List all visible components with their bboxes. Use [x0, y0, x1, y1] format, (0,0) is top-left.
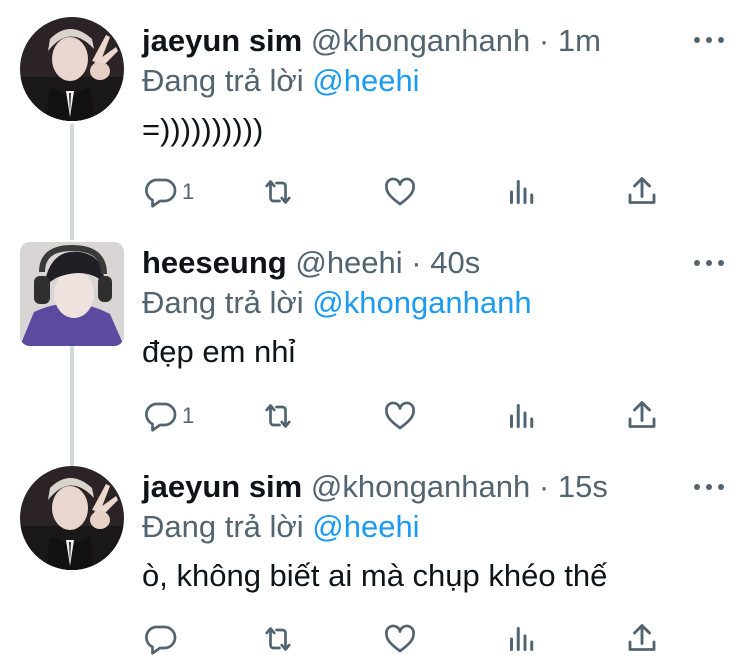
reply-prefix: Đang trả lời	[142, 63, 304, 98]
reply-button[interactable]	[142, 619, 182, 659]
avatar-jaeyun[interactable]	[20, 17, 124, 121]
share-button[interactable]	[624, 619, 660, 659]
avatar-photo	[20, 17, 124, 121]
mention-link[interactable]: @heehi	[312, 63, 419, 98]
reply-button[interactable]: 1	[142, 172, 194, 212]
thread-line	[70, 346, 74, 452]
avatar-photo	[20, 242, 124, 346]
user-handle[interactable]: @khonganhanh	[311, 469, 530, 504]
share-button[interactable]	[624, 172, 660, 212]
thread-line	[70, 124, 74, 226]
tweet-header: jaeyun sim @khonganhanh · 1m	[142, 21, 730, 61]
separator: ·	[411, 245, 422, 280]
views-button[interactable]	[504, 396, 540, 436]
reply-button[interactable]: 1	[142, 396, 194, 436]
reply-count: 1	[182, 403, 195, 428]
tweet-text: đẹp em nhỉ	[142, 334, 296, 369]
more-icon[interactable]	[694, 35, 724, 45]
display-name[interactable]: jaeyun sim	[142, 23, 302, 58]
heart-icon	[385, 624, 415, 653]
avatar-jaeyun[interactable]	[20, 466, 124, 570]
tweet-text: =))))))))))	[142, 112, 264, 147]
views-button[interactable]	[504, 619, 540, 659]
views-icon	[510, 180, 534, 204]
reply-icon	[145, 402, 177, 432]
mention-link[interactable]: @khonganhanh	[312, 285, 531, 320]
reply-prefix: Đang trả lời	[142, 285, 304, 320]
tweet-3[interactable]: jaeyun sim @khonganhanh · 15s Đang trả l…	[0, 452, 750, 665]
timestamp[interactable]: 1m	[558, 23, 601, 58]
separator: ·	[538, 469, 550, 504]
reply-icon	[145, 625, 177, 655]
user-handle[interactable]: @khonganhanh	[311, 23, 530, 58]
share-button[interactable]	[624, 396, 660, 436]
mention-link[interactable]: @heehi	[312, 509, 419, 544]
avatar-heeseung[interactable]	[20, 242, 124, 346]
more-icon[interactable]	[694, 482, 724, 492]
action-bar	[142, 619, 662, 659]
retweet-button[interactable]	[260, 619, 296, 659]
replying-to: Đang trả lời @heehi	[142, 61, 730, 101]
separator: ·	[538, 23, 550, 58]
reply-icon	[145, 178, 177, 208]
retweet-icon	[265, 180, 291, 204]
retweet-button[interactable]	[260, 172, 296, 212]
heart-icon	[385, 401, 415, 430]
thread-line	[70, 226, 74, 240]
more-icon[interactable]	[694, 258, 724, 268]
action-bar: 1	[142, 396, 662, 436]
display-name[interactable]: heeseung	[142, 245, 287, 280]
views-icon	[510, 627, 534, 651]
views-icon	[510, 404, 534, 428]
timestamp[interactable]: 40s	[430, 245, 480, 280]
tweet-header: heeseung @heehi · 40s	[142, 243, 730, 283]
retweet-icon	[265, 404, 291, 428]
retweet-button[interactable]	[260, 396, 296, 436]
tweet-text: ò, không biết ai mà chụp khéo thế	[142, 558, 608, 593]
heart-icon	[385, 177, 415, 206]
avatar-photo	[20, 466, 124, 570]
tweet-2[interactable]: heeseung @heehi · 40s Đang trả lời @khon…	[0, 226, 750, 452]
user-handle[interactable]: @heehi	[295, 245, 402, 280]
like-button[interactable]	[382, 619, 418, 659]
replying-to: Đang trả lời @khonganhanh	[142, 283, 730, 323]
tweet-header: jaeyun sim @khonganhanh · 15s	[142, 467, 730, 507]
reply-prefix: Đang trả lời	[142, 509, 304, 544]
like-button[interactable]	[382, 172, 418, 212]
like-button[interactable]	[382, 396, 418, 436]
retweet-icon	[265, 627, 291, 651]
share-icon	[628, 177, 656, 204]
share-icon	[628, 401, 656, 428]
share-icon	[628, 624, 656, 651]
replying-to: Đang trả lời @heehi	[142, 507, 730, 547]
views-button[interactable]	[504, 172, 540, 212]
reply-count: 1	[182, 179, 195, 204]
display-name[interactable]: jaeyun sim	[142, 469, 302, 504]
thread-line	[70, 452, 74, 466]
tweet-1[interactable]: jaeyun sim @khonganhanh · 1m Đang trả lờ…	[0, 0, 750, 226]
timestamp[interactable]: 15s	[558, 469, 608, 504]
action-bar: 1	[142, 172, 662, 212]
